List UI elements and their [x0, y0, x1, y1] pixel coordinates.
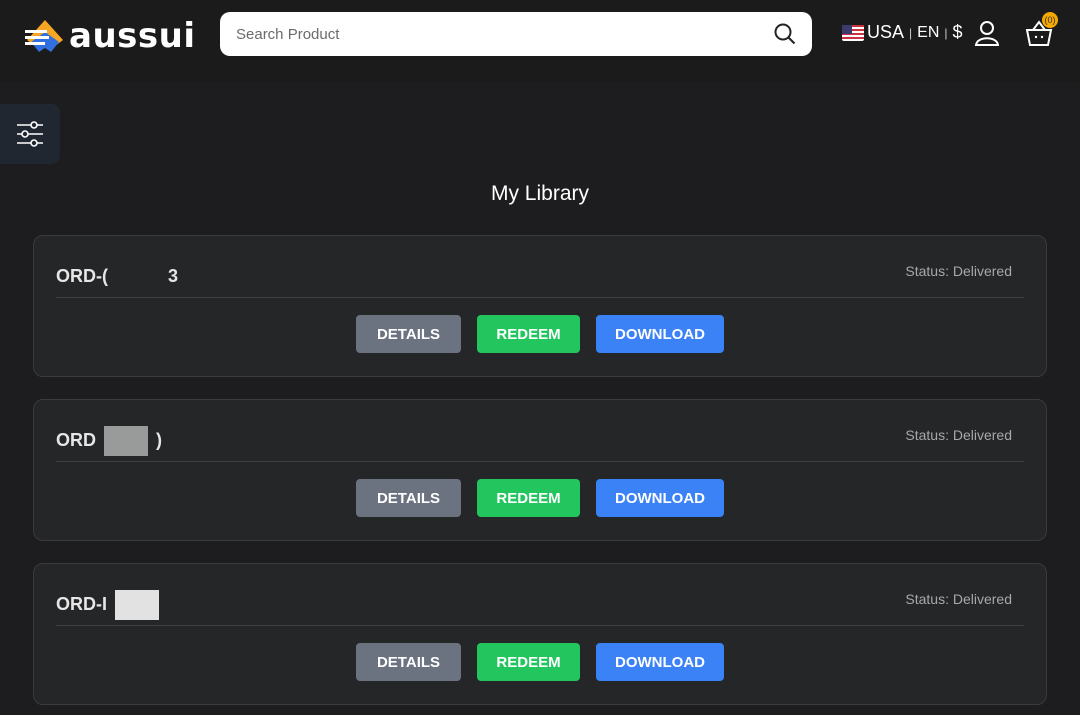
order-card: ORD) Status: Delivered DETAILS REDEEM DOWN… — [33, 399, 1047, 541]
us-flag-icon — [842, 24, 864, 41]
download-button[interactable]: DOWNLOAD — [596, 643, 724, 681]
cart-count-badge: (0) — [1042, 12, 1058, 28]
redeem-button[interactable]: REDEEM — [477, 643, 580, 681]
order-status: Status: Delivered — [905, 263, 1012, 279]
header: aussui USA| EN| $ (0) — [0, 0, 1080, 82]
filter-button[interactable] — [0, 104, 60, 164]
sliders-icon — [17, 121, 43, 147]
order-card: ORD-I Status: Delivered DETAILS REDEEM DOW… — [33, 563, 1047, 705]
divider — [56, 461, 1024, 462]
search-icon[interactable] — [774, 23, 796, 45]
redeem-button[interactable]: REDEEM — [477, 315, 580, 353]
download-button[interactable]: DOWNLOAD — [596, 315, 724, 353]
order-id: ORD) — [56, 426, 162, 456]
user-icon[interactable] — [974, 20, 1000, 46]
order-card: ORD-(3 Status: Delivered DETAILS REDEEM DO… — [33, 235, 1047, 377]
redeem-button[interactable]: REDEEM — [477, 479, 580, 517]
order-id: ORD-(3 — [56, 265, 179, 286]
locale-selector[interactable]: USA | EN | $ — [842, 22, 963, 43]
logo-icon — [25, 20, 63, 52]
order-status: Status: Delivered — [905, 427, 1012, 443]
divider — [56, 625, 1024, 626]
details-button[interactable]: DETAILS — [356, 479, 461, 517]
details-button[interactable]: DETAILS — [356, 315, 461, 353]
brand-name: aussui — [69, 16, 196, 56]
details-button[interactable]: DETAILS — [356, 643, 461, 681]
download-button[interactable]: DOWNLOAD — [596, 479, 724, 517]
divider — [56, 297, 1024, 298]
search-bar — [220, 12, 812, 56]
order-status: Status: Delivered — [905, 591, 1012, 607]
search-input[interactable] — [236, 25, 774, 43]
logo[interactable]: aussui — [25, 16, 195, 56]
currency-label: $ — [952, 22, 963, 42]
page-title: My Library — [490, 182, 590, 205]
order-id: ORD-I — [56, 590, 167, 620]
language-label: EN — [917, 23, 940, 41]
country-label: USA — [867, 22, 905, 42]
